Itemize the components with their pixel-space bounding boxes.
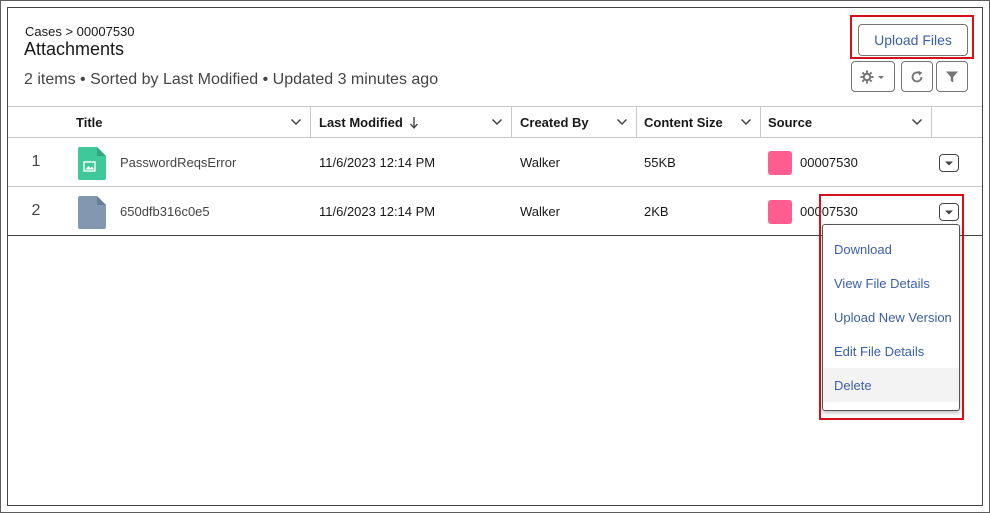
column-label: Created By xyxy=(520,115,589,130)
table-header: Title Last Modified Created By Content S… xyxy=(8,106,982,138)
table-row: 1 PasswordReqsError 11/6/2023 12:14 PM W… xyxy=(8,138,982,187)
caret-down-icon xyxy=(945,161,953,166)
chevron-down-icon[interactable] xyxy=(740,116,752,128)
row-actions-menu: Download View File Details Upload New Ve… xyxy=(822,224,960,411)
gear-icon xyxy=(860,70,884,83)
column-header-source[interactable]: Source xyxy=(768,107,931,138)
menu-item-upload-new-version[interactable]: Upload New Version xyxy=(823,300,959,334)
page-title: Attachments xyxy=(24,39,125,59)
column-header-title[interactable]: Title xyxy=(76,107,310,138)
image-file-icon xyxy=(78,147,106,180)
column-divider[interactable] xyxy=(310,107,311,138)
content-size-value: 55KB xyxy=(644,154,676,170)
created-by-value[interactable]: Walker xyxy=(520,138,560,186)
filter-button[interactable] xyxy=(936,61,968,92)
chevron-down-icon[interactable] xyxy=(290,116,302,128)
menu-item-delete[interactable]: Delete xyxy=(823,368,959,402)
content-size-value: 2KB xyxy=(644,203,669,219)
refresh-button[interactable] xyxy=(901,61,933,92)
column-divider[interactable] xyxy=(511,107,512,138)
chevron-down-icon[interactable] xyxy=(491,116,503,128)
menu-item-edit-file-details[interactable]: Edit File Details xyxy=(823,334,959,368)
generic-file-icon xyxy=(78,196,106,229)
case-record-icon xyxy=(768,200,792,224)
chevron-down-icon[interactable] xyxy=(911,116,923,128)
file-title-link[interactable]: PasswordReqsError xyxy=(120,138,236,186)
created-by-value[interactable]: Walker xyxy=(520,187,560,235)
column-divider[interactable] xyxy=(760,107,761,138)
last-modified-value: 11/6/2023 12:14 PM xyxy=(319,154,436,170)
column-divider[interactable] xyxy=(931,107,932,138)
menu-item-view-file-details[interactable]: View File Details xyxy=(823,266,959,300)
row-actions-button[interactable] xyxy=(939,154,959,172)
column-label: Last Modified xyxy=(319,115,403,130)
list-settings-button[interactable] xyxy=(851,61,895,92)
column-label: Source xyxy=(768,115,813,130)
sort-descending-icon xyxy=(409,116,418,129)
filter-icon xyxy=(946,71,958,82)
source-link[interactable]: 00007530 xyxy=(800,138,858,186)
column-label: Content Size xyxy=(644,115,723,130)
row-number: 2 xyxy=(31,202,41,219)
file-title-link[interactable]: 650dfb316c0e5 xyxy=(120,187,210,235)
column-divider[interactable] xyxy=(636,107,637,138)
last-modified-value: 11/6/2023 12:14 PM xyxy=(319,203,436,219)
upload-files-button[interactable]: Upload Files xyxy=(858,24,968,56)
menu-item-download[interactable]: Download xyxy=(823,232,959,266)
column-label: Title xyxy=(76,115,103,130)
column-header-last-modified[interactable]: Last Modified xyxy=(319,107,511,138)
column-header-content-size[interactable]: Content Size xyxy=(644,107,760,138)
attachments-panel: Cases > 00007530 Attachments 2 items • S… xyxy=(7,7,983,506)
list-summary: 2 items • Sorted by Last Modified • Upda… xyxy=(24,71,439,88)
chevron-down-icon[interactable] xyxy=(616,116,628,128)
column-header-created-by[interactable]: Created By xyxy=(520,107,636,138)
breadcrumb[interactable]: Cases > 00007530 xyxy=(25,24,135,39)
case-record-icon xyxy=(768,151,792,175)
refresh-icon xyxy=(911,70,923,82)
row-number: 1 xyxy=(31,153,41,170)
